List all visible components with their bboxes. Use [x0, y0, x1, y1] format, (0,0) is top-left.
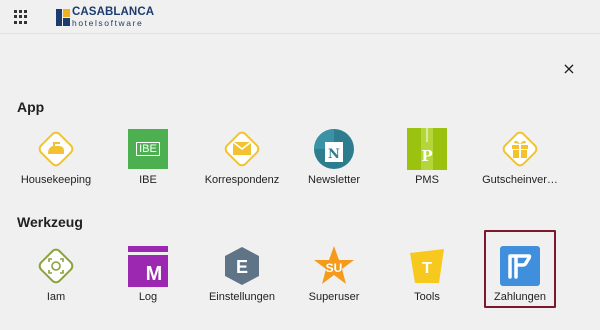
settings-hexagon-icon: E: [221, 245, 263, 287]
svg-text:M: M: [146, 263, 163, 285]
logo-brand-text: CASABLANCA: [72, 5, 155, 18]
tile-label: Zahlungen: [494, 291, 546, 303]
pms-icon: P: [406, 128, 448, 170]
gift-icon: [499, 128, 541, 170]
casablanca-logo[interactable]: CASABLANCA hotelsoftware: [56, 5, 154, 29]
section-title-werkzeug: Werkzeug: [17, 214, 83, 230]
logo-mark-icon: [56, 8, 70, 26]
tile-label: Newsletter: [308, 174, 360, 186]
app-tile-pms[interactable]: P PMS: [385, 128, 469, 190]
tool-tile-zahlungen[interactable]: Zahlungen: [478, 245, 562, 307]
tile-label: Superuser: [308, 291, 360, 303]
tools-icon: T: [406, 245, 448, 287]
tile-label: Tools: [414, 291, 440, 303]
app-tile-newsletter[interactable]: N Newsletter: [292, 128, 376, 190]
tool-tile-einstellungen[interactable]: E Einstellungen: [200, 245, 284, 307]
envelope-icon: [221, 128, 263, 170]
tile-label: Iam: [46, 291, 66, 303]
star-icon: SU: [313, 245, 355, 287]
app-grid-icon[interactable]: [14, 10, 28, 24]
tile-label: Log: [138, 291, 158, 303]
svg-text:SU: SU: [326, 261, 343, 275]
svg-text:P: P: [421, 147, 432, 165]
tool-tile-log[interactable]: M Log: [106, 245, 190, 307]
face-scan-icon: [35, 245, 77, 287]
tile-label: PMS: [415, 174, 439, 186]
newsletter-icon: N: [313, 128, 355, 170]
svg-text:T: T: [422, 260, 432, 277]
logo-sub-text: hotelsoftware: [72, 18, 144, 28]
tile-label: Einstellungen: [208, 291, 276, 303]
app-tile-housekeeping[interactable]: Housekeeping: [14, 128, 98, 190]
tile-label: Housekeeping: [20, 174, 92, 186]
top-bar: CASABLANCA hotelsoftware: [0, 0, 600, 34]
app-tile-gutscheinverwaltung[interactable]: Gutscheinver…: [478, 128, 562, 190]
log-icon: M: [127, 245, 169, 287]
tool-tile-tools[interactable]: T Tools: [385, 245, 469, 307]
tool-tile-iam[interactable]: Iam: [14, 245, 98, 307]
tile-label: Gutscheinver…: [482, 174, 558, 186]
section-title-app: App: [17, 99, 45, 115]
svg-text:N: N: [328, 147, 340, 162]
tile-label: IBE: [139, 174, 157, 186]
svg-text:E: E: [236, 257, 248, 277]
tool-tile-superuser[interactable]: SU Superuser: [292, 245, 376, 307]
app-tile-korrespondenz[interactable]: Korrespondenz: [200, 128, 284, 190]
close-icon[interactable]: ×: [560, 60, 578, 78]
payment-icon: [499, 245, 541, 287]
ibe-icon: IBE: [127, 128, 169, 170]
tile-label: Korrespondenz: [204, 174, 280, 186]
app-tile-ibe[interactable]: IBE IBE: [106, 128, 190, 190]
iron-icon: [35, 128, 77, 170]
